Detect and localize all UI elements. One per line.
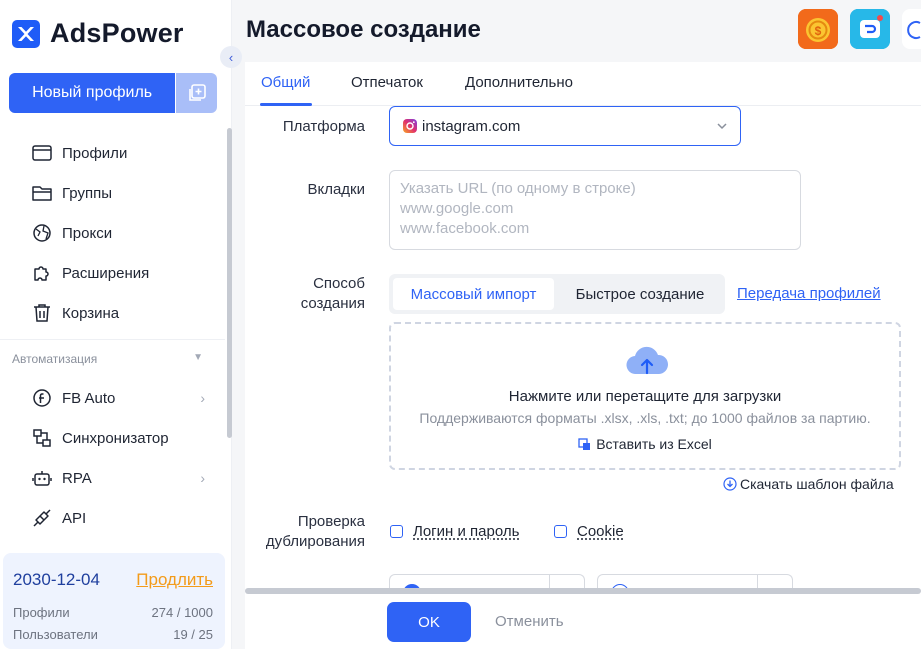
tab-bar: Общий Отпечаток Дополнительно: [245, 62, 921, 106]
instagram-icon: [402, 118, 418, 134]
sidebar-item-label: API: [62, 509, 87, 527]
dedup-login-checkbox[interactable]: Логин и пароль: [390, 523, 519, 540]
checkbox-box: [390, 525, 403, 538]
automation-section-header[interactable]: Автоматизация ▼: [0, 340, 225, 378]
profiles-icon: [31, 142, 53, 164]
add-copy-icon: [188, 84, 206, 101]
quota-label: Профили: [13, 605, 70, 620]
new-profile-options-button[interactable]: [176, 73, 217, 113]
tab-fingerprint[interactable]: Отпечаток: [351, 74, 423, 91]
sidebar-item-label: Синхронизатор: [62, 429, 169, 447]
chevron-right-icon: ›: [200, 390, 205, 406]
app-name: AdsPower: [50, 18, 184, 48]
checkbox-box: [554, 525, 567, 538]
facebook-auto-icon: [31, 387, 53, 409]
renew-link[interactable]: Продлить: [136, 570, 213, 590]
sidebar: AdsPower Новый профиль Профили Группы Пр…: [0, 0, 232, 649]
tabs-label: Вкладки: [307, 181, 365, 198]
sidebar-item-label: RPA: [62, 469, 92, 487]
file-upload-dropzone[interactable]: Нажмите или перетащите для загрузки Подд…: [389, 322, 901, 470]
main-area: Массовое создание $ Общий Отпечаток Допо…: [232, 0, 921, 649]
new-profile-group: Новый профиль: [9, 73, 217, 113]
sidebar-item-label: FB Auto: [62, 389, 116, 407]
paste-from-excel-button[interactable]: Вставить из Excel: [391, 436, 899, 452]
adspower-logo-icon: [12, 19, 40, 48]
sidebar-item-proxies[interactable]: Прокси: [0, 213, 225, 253]
folder-icon: [31, 182, 53, 204]
sidebar-item-api[interactable]: API: [0, 498, 225, 538]
upload-hint: Поддерживаются форматы .xlsx, .xls, .txt…: [419, 410, 871, 426]
sidebar-nav: Профили Группы Прокси Расширения Корзина: [0, 133, 225, 538]
download-icon: [723, 477, 737, 491]
sidebar-item-label: Корзина: [62, 304, 120, 322]
sidebar-item-groups[interactable]: Группы: [0, 173, 225, 213]
quota-value: 19 / 25: [173, 627, 213, 642]
trash-icon: [31, 302, 53, 324]
chevron-left-icon: ‹: [228, 49, 234, 65]
robot-icon: [31, 467, 53, 489]
users-quota-row: Пользователи 19 / 25: [13, 627, 213, 642]
chevron-down-icon: [716, 119, 728, 136]
page-title: Массовое создание: [246, 16, 481, 43]
sidebar-item-profiles[interactable]: Профили: [0, 133, 225, 173]
quota-label: Пользователи: [13, 627, 98, 642]
plan-expiry-date: 2030-12-04: [13, 570, 100, 589]
creation-method-label: Способ создания: [300, 275, 365, 312]
api-plug-icon: [31, 507, 53, 529]
collapse-sidebar-button[interactable]: ‹: [220, 46, 242, 68]
active-tab-indicator: [260, 103, 312, 106]
sidebar-item-extensions[interactable]: Расширения: [0, 253, 225, 293]
sidebar-item-label: Профили: [62, 144, 128, 162]
coin-promo-icon[interactable]: $: [798, 9, 838, 49]
quota-value: 274 / 1000: [151, 605, 213, 620]
ok-button[interactable]: OK: [387, 602, 471, 642]
plan-info-card: 2030-12-04 Продлить Профили 274 / 1000 П…: [3, 553, 225, 649]
cloud-upload-icon: [625, 346, 669, 383]
download-template-label: Скачать шаблон файла: [740, 476, 894, 492]
proxy-globe-icon: [31, 222, 53, 244]
sidebar-item-fb-auto[interactable]: FB Auto ›: [0, 378, 225, 418]
download-template-link[interactable]: Скачать шаблон файла: [723, 476, 894, 492]
paste-excel-label: Вставить из Excel: [596, 436, 712, 452]
tab-general[interactable]: Общий: [261, 74, 310, 91]
caret-down-icon: ▼: [193, 352, 203, 363]
cancel-button[interactable]: Отменить: [495, 613, 564, 630]
sidebar-item-trash[interactable]: Корзина: [0, 293, 225, 333]
support-chat-icon[interactable]: [850, 9, 890, 49]
dialog-footer: OK Отменить: [245, 594, 921, 649]
svg-text:$: $: [815, 24, 822, 38]
synchronizer-icon: [31, 427, 53, 449]
checkbox-label: Логин и пароль: [413, 523, 520, 540]
paste-icon: [578, 437, 591, 451]
sidebar-item-synchronizer[interactable]: Синхронизатор: [0, 418, 225, 458]
duplicate-check-label: Проверка дублирования: [265, 513, 365, 550]
puzzle-icon: [31, 262, 53, 284]
tab-advanced[interactable]: Дополнительно: [465, 74, 573, 91]
platform-value: instagram.com: [422, 117, 521, 135]
platform-select[interactable]: instagram.com: [389, 106, 741, 146]
dedup-cookie-checkbox[interactable]: Cookie: [554, 523, 624, 540]
checkbox-label: Cookie: [577, 523, 624, 540]
bulk-create-panel: Общий Отпечаток Дополнительно Платформа …: [245, 62, 921, 649]
section-label: Автоматизация: [12, 352, 98, 366]
platform-label: Платформа: [282, 118, 365, 135]
new-profile-button[interactable]: Новый профиль: [9, 73, 176, 113]
sidebar-item-label: Расширения: [62, 264, 150, 282]
profiles-quota-row: Профили 274 / 1000: [13, 605, 213, 620]
bulk-import-option[interactable]: Массовый импорт: [393, 278, 554, 310]
quick-create-option[interactable]: Быстрое создание: [559, 278, 721, 310]
sidebar-item-label: Прокси: [62, 224, 113, 242]
transfer-profiles-link[interactable]: Передача профилей: [737, 285, 881, 302]
app-logo[interactable]: AdsPower: [12, 18, 184, 49]
chevron-right-icon: ›: [200, 470, 205, 486]
sidebar-item-rpa[interactable]: RPA ›: [0, 458, 225, 498]
refresh-icon[interactable]: [902, 9, 921, 49]
creation-method-toggle: Массовый импорт Быстрое создание: [389, 274, 725, 314]
sidebar-item-label: Группы: [62, 184, 112, 202]
tabs-url-textarea[interactable]: Указать URL (по одному в строке) www.goo…: [389, 170, 801, 250]
upload-title: Нажмите или перетащите для загрузки: [508, 388, 782, 405]
